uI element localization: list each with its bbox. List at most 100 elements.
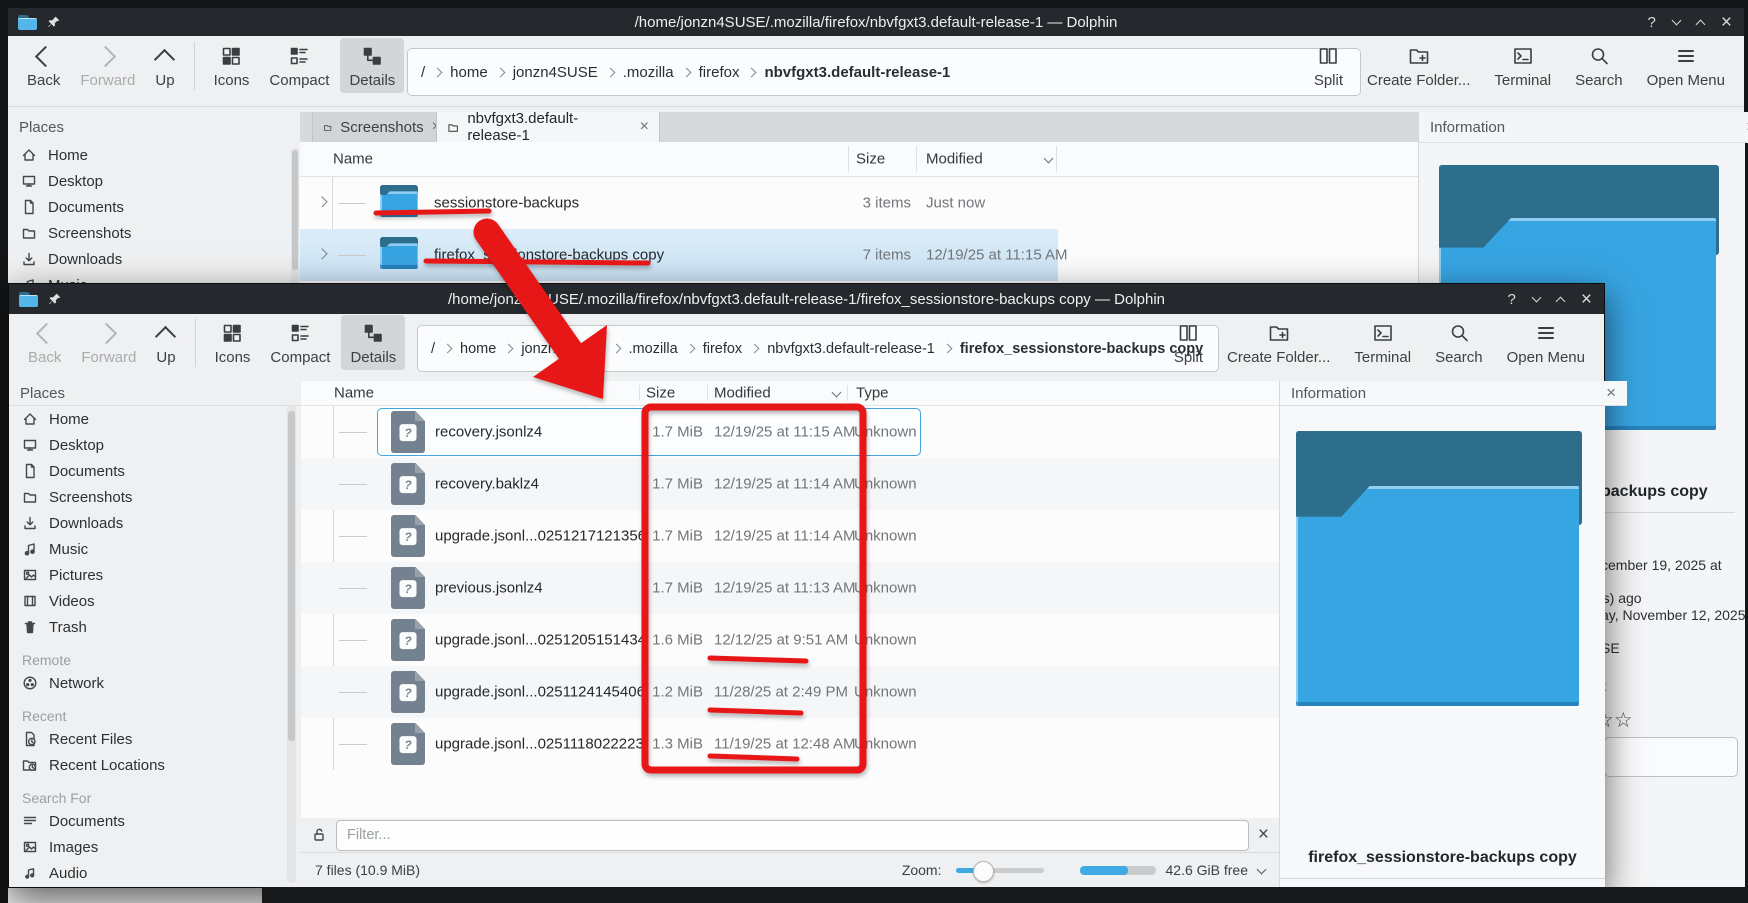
column-modified[interactable]: Modified	[714, 385, 771, 402]
expand-icon[interactable]	[316, 196, 328, 208]
sidebar-item-desktop[interactable]: Desktop	[9, 432, 301, 458]
column-type[interactable]: Type	[856, 385, 889, 402]
sidebar-item-music[interactable]: Music	[9, 536, 301, 562]
table-row[interactable]: firefox_sessionstore-backups copy 7 item…	[300, 229, 1418, 281]
details-view-button[interactable]: Details	[341, 315, 406, 370]
fg-breadcrumb[interactable]: / home jonzn4SUSE .mozilla firefox nbvfg…	[417, 325, 1219, 372]
up-button[interactable]: Up	[147, 315, 184, 370]
crumb-firefox[interactable]: firefox	[699, 64, 740, 81]
up-button[interactable]: Up	[146, 38, 183, 93]
table-row[interactable]: ? recovery.jsonlz4 1.7 MiB 12/19/25 at 1…	[301, 406, 1279, 458]
create-folder-button[interactable]: Create Folder...	[1218, 315, 1339, 370]
table-row[interactable]: ? upgrade.jsonl...0251217121356 1.7 MiB …	[301, 510, 1279, 562]
table-row[interactable]: ? previous.jsonlz4 1.7 MiB 12/19/25 at 1…	[301, 562, 1279, 614]
fg-sidebar-scrollbar[interactable]	[287, 405, 296, 883]
compact-view-button[interactable]: Compact	[261, 315, 339, 370]
fg-column-header[interactable]: Name Size Modified Type	[301, 381, 1279, 406]
zoom-slider-handle[interactable]	[972, 860, 994, 882]
fg-titlebar[interactable]: /home/jonzn4SUSE/.mozilla/firefox/nbvfgx…	[9, 284, 1604, 314]
close-info-icon[interactable]: ×	[1606, 383, 1616, 403]
table-row[interactable]: ? upgrade.jsonl...0251205151434 1.6 MiB …	[301, 614, 1279, 666]
split-button[interactable]: Split	[1305, 38, 1352, 93]
back-button[interactable]: Back	[19, 315, 70, 370]
column-modified[interactable]: Modified	[926, 151, 983, 168]
sidebar-item-downloads[interactable]: Downloads	[8, 246, 300, 272]
sidebar-item-screenshots[interactable]: Screenshots	[8, 220, 300, 246]
sidebar-item-search-images[interactable]: Images	[9, 834, 301, 860]
compact-view-button[interactable]: Compact	[260, 38, 338, 93]
shade-down-button[interactable]	[1671, 15, 1682, 25]
bg-breadcrumb[interactable]: / home jonzn4SUSE .mozilla firefox nbvfg…	[407, 48, 1361, 96]
sidebar-item-documents[interactable]: Documents	[9, 458, 301, 484]
tab-profile[interactable]: nbvfgxt3.default-release-1 ×	[436, 110, 660, 144]
sidebar-item-videos[interactable]: Videos	[9, 588, 301, 614]
unlock-icon[interactable]	[311, 827, 327, 843]
column-name[interactable]: Name	[333, 151, 373, 168]
sidebar-item-desktop[interactable]: Desktop	[8, 168, 300, 194]
pin-icon[interactable]	[48, 292, 62, 306]
close-button[interactable]: ×	[1581, 290, 1592, 309]
sidebar-item-search-documents[interactable]: Documents	[9, 808, 301, 834]
back-button[interactable]: Back	[18, 38, 69, 93]
pin-icon[interactable]	[47, 15, 61, 29]
crumb-home[interactable]: home	[450, 64, 488, 81]
free-space-menu-icon[interactable]	[1256, 864, 1267, 874]
restore-up-button[interactable]	[1695, 19, 1706, 29]
crumb-user[interactable]: jonzn4SUSE	[521, 341, 603, 357]
help-button[interactable]: ?	[1508, 292, 1516, 307]
crumb-profile[interactable]: nbvfgxt3.default-release-1	[767, 341, 935, 357]
crumb-profile[interactable]: nbvfgxt3.default-release-1	[764, 64, 950, 81]
sidebar-item-recent-files[interactable]: Recent Files	[9, 726, 301, 752]
crumb-home[interactable]: home	[460, 341, 496, 357]
search-button[interactable]: Search	[1426, 315, 1492, 370]
crumb-firefox[interactable]: firefox	[703, 341, 743, 357]
terminal-button[interactable]: Terminal	[1485, 38, 1560, 93]
tab-screenshots[interactable]: Screenshots×	[312, 112, 452, 142]
close-filter-icon[interactable]: ×	[1258, 824, 1269, 846]
sidebar-item-home[interactable]: Home	[9, 406, 301, 432]
zoom-slider[interactable]	[955, 860, 1044, 882]
column-size[interactable]: Size	[646, 385, 675, 402]
sidebar-item-trash[interactable]: Trash	[9, 614, 301, 640]
crumb-mozilla[interactable]: .mozilla	[629, 341, 678, 357]
restore-up-button[interactable]	[1555, 296, 1566, 306]
sidebar-item-network[interactable]: Network	[9, 670, 301, 696]
search-button[interactable]: Search	[1566, 38, 1632, 93]
details-view-button[interactable]: Details	[340, 38, 405, 93]
sidebar-item-home[interactable]: Home	[8, 142, 300, 168]
sidebar-item-pictures[interactable]: Pictures	[9, 562, 301, 588]
forward-button[interactable]: Forward	[71, 38, 144, 93]
bg-titlebar[interactable]: /home/jonzn4SUSE/.mozilla/firefox/nbvfgx…	[8, 8, 1744, 36]
forward-button[interactable]: Forward	[72, 315, 145, 370]
sidebar-item-search-audio[interactable]: Audio	[9, 860, 301, 886]
create-folder-button[interactable]: Create Folder...	[1358, 38, 1479, 93]
crumb-user[interactable]: jonzn4SUSE	[513, 64, 598, 81]
bg-sidebar-scrollbar[interactable]	[291, 148, 299, 288]
filter-input[interactable]	[336, 819, 1249, 851]
crumb-mozilla[interactable]: .mozilla	[623, 64, 674, 81]
column-size[interactable]: Size	[856, 151, 885, 168]
crumb-root[interactable]: /	[421, 64, 425, 81]
open-menu-button[interactable]: Open Menu	[1638, 38, 1734, 93]
bg-column-header[interactable]: Name Size Modified	[300, 142, 1418, 177]
close-button[interactable]: ×	[1721, 13, 1732, 32]
table-row[interactable]: sessionstore-backups 3 items Just now	[300, 177, 1418, 229]
icons-view-button[interactable]: Icons	[206, 315, 260, 370]
icons-view-button[interactable]: Icons	[205, 38, 259, 93]
terminal-button[interactable]: Terminal	[1345, 315, 1420, 370]
column-name[interactable]: Name	[334, 385, 374, 402]
open-menu-button[interactable]: Open Menu	[1498, 315, 1594, 370]
table-row[interactable]: ? upgrade.jsonl...0251118022223 1.3 MiB …	[301, 718, 1279, 770]
table-row[interactable]: ? upgrade.jsonl...0251124145406 1.2 MiB …	[301, 666, 1279, 718]
table-row[interactable]: ? recovery.baklz4 1.7 MiB 12/19/25 at 11…	[301, 458, 1279, 510]
help-button[interactable]: ?	[1648, 15, 1656, 30]
sidebar-item-recent-locations[interactable]: Recent Locations	[9, 752, 301, 778]
bg-info-comment-box[interactable]	[1604, 737, 1738, 777]
crumb-root[interactable]: /	[431, 341, 435, 357]
tab-close-icon[interactable]: ×	[640, 118, 649, 136]
sidebar-item-downloads[interactable]: Downloads	[9, 510, 301, 536]
shade-down-button[interactable]	[1531, 292, 1542, 302]
sidebar-item-screenshots[interactable]: Screenshots	[9, 484, 301, 510]
split-button[interactable]: Split	[1165, 315, 1212, 370]
sidebar-item-documents[interactable]: Documents	[8, 194, 300, 220]
